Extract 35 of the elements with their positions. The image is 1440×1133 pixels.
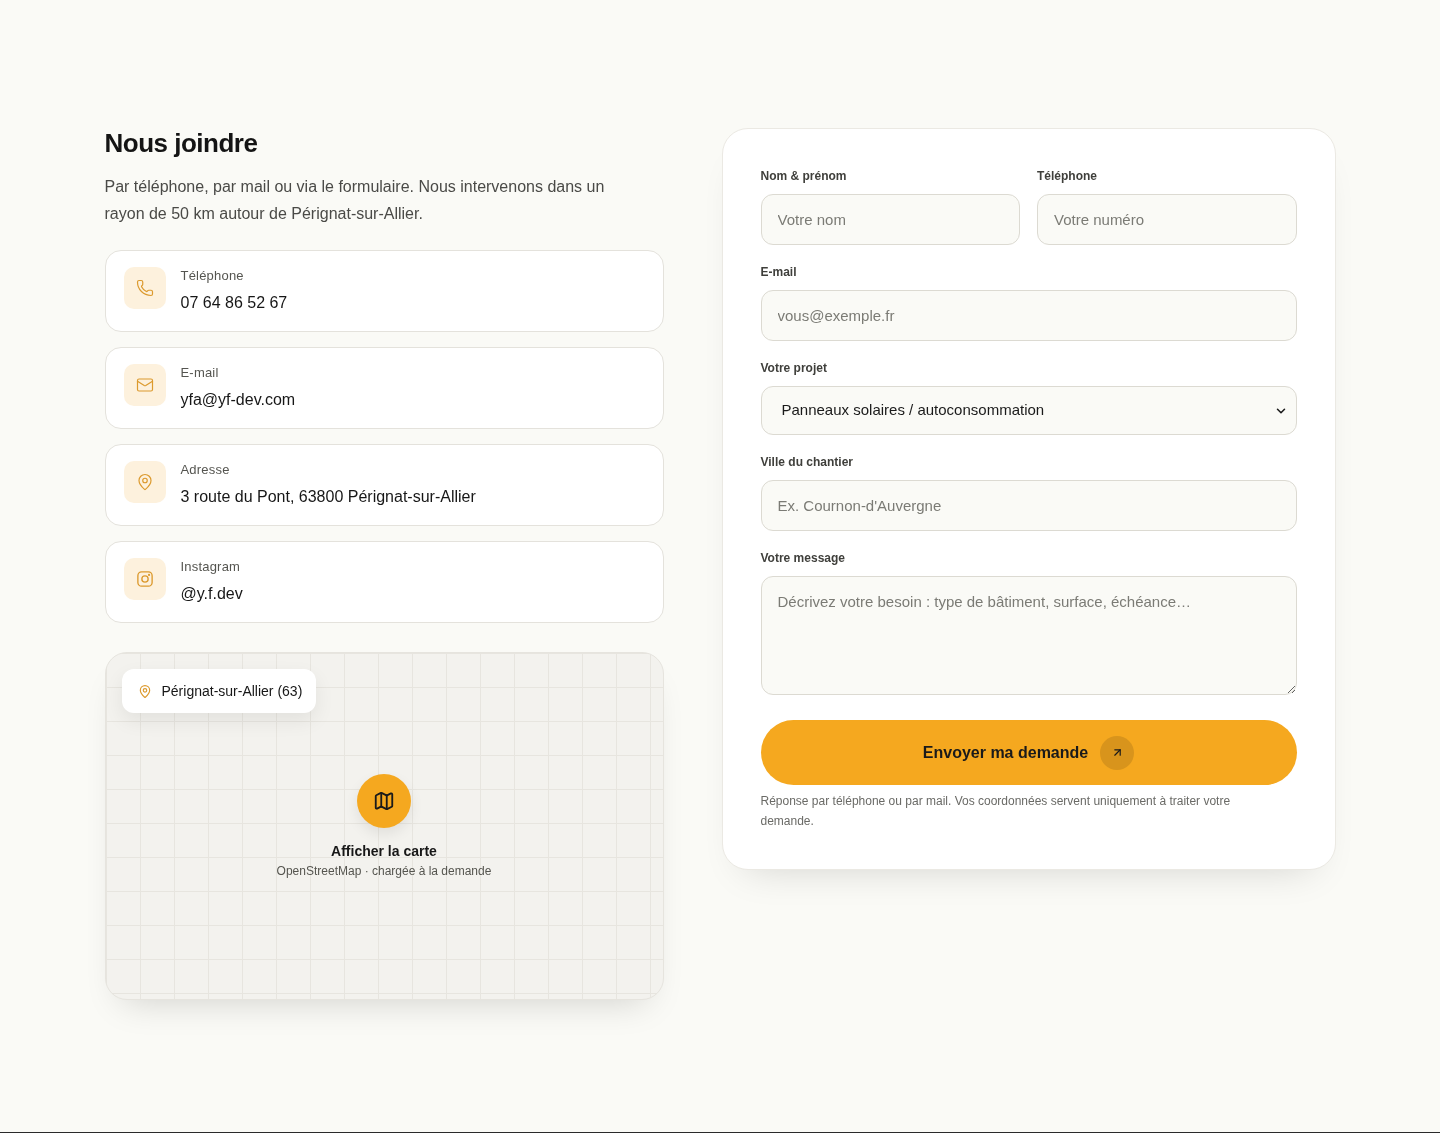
form-note: Réponse par téléphone ou par mail. Vos coordonnées servent uniquement à traiter votre demande. xyxy=(760,793,1232,830)
field-label: Nom & prénom xyxy=(760,168,848,184)
field-label: Votre projet xyxy=(760,360,828,376)
section-heading: Nous joindre xyxy=(104,128,259,158)
submit-button[interactable]: Envoyer ma demande xyxy=(760,720,1297,785)
map-icon xyxy=(373,789,395,812)
contact-value: @y.f.dev xyxy=(180,584,243,604)
location-label: Pérignat-sur-Allier (63) xyxy=(161,681,303,701)
contact-label: Téléphone xyxy=(180,267,245,285)
camera-icon xyxy=(123,558,166,600)
text-input[interactable]: Votre numéro xyxy=(1037,194,1297,245)
contact-value: 07 64 86 52 67 xyxy=(180,293,288,313)
text-input[interactable]: vous@exemple.fr xyxy=(760,290,1297,341)
pin-icon xyxy=(137,683,152,699)
contact-value: 3 route du Pont, 63800 Pérignat-sur-Allier xyxy=(180,487,476,507)
message-textarea[interactable]: Décrivez votre besoin : type de bâtiment, surface, échéance… xyxy=(760,576,1297,695)
arrow-up-right-icon xyxy=(1100,735,1135,770)
contact-label: Instagram xyxy=(180,558,242,576)
intro-text: Par téléphone, par mail ou via le formulaire. Nous intervenons dans un rayon de 50 km autour de Pérignat-sur-Allier. xyxy=(104,177,606,224)
field-label: Votre message xyxy=(760,550,846,566)
contact-label: E-mail xyxy=(180,364,220,382)
contact-value: yfa@yf-dev.com xyxy=(180,390,296,410)
text-input[interactable]: Ex. Cournon-d'Auvergne xyxy=(760,480,1297,531)
mail-icon xyxy=(123,364,166,406)
text-input[interactable]: Votre nom xyxy=(760,194,1020,245)
map-title: Afficher la carte xyxy=(331,841,437,861)
pin-icon xyxy=(123,461,166,503)
phone-icon xyxy=(123,267,166,309)
project-select[interactable]: Panneaux solaires / autoconsommation xyxy=(760,386,1297,435)
map-caption: OpenStreetMap · chargée à la demande xyxy=(276,862,492,879)
field-label: Ville du chantier xyxy=(760,454,854,470)
contact-label: Adresse xyxy=(180,461,231,479)
field-label: E-mail xyxy=(760,264,798,280)
map-button[interactable] xyxy=(357,773,411,828)
field-label: Téléphone xyxy=(1037,168,1098,184)
